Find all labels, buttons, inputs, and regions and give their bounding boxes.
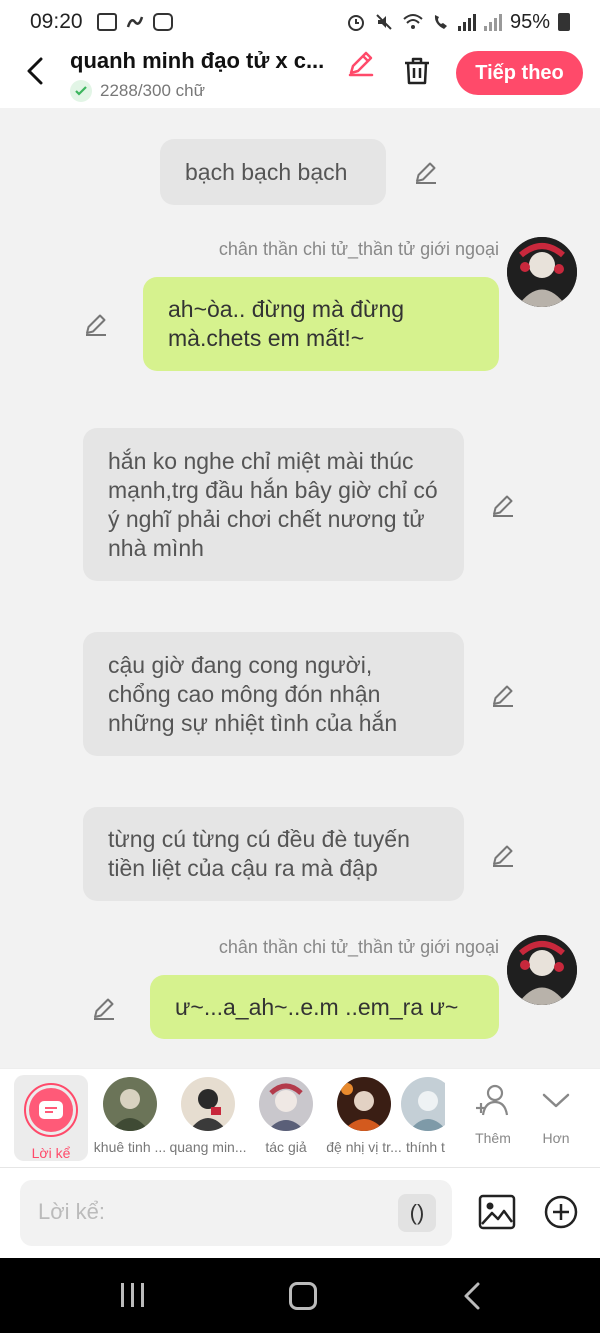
status-left-icons (96, 12, 173, 32)
narration-label: Lời kể (31, 1145, 71, 1161)
paren-button[interactable]: () (398, 1194, 436, 1232)
call-icon (434, 15, 447, 29)
character-avatar (259, 1077, 313, 1131)
character-chip[interactable]: khuê tinh ... (89, 1077, 171, 1155)
wifi-icon (403, 14, 423, 29)
character-avatar (401, 1077, 445, 1131)
status-time: 09:20 (30, 10, 83, 33)
character-name: đệ nhị vị tr... (326, 1139, 402, 1155)
app-icon (126, 16, 143, 28)
edit-icon[interactable] (490, 682, 516, 708)
message-text: ư~...a_ah~..e.m ..em_ra ư~ (175, 993, 459, 1020)
insert-image-button[interactable] (478, 1194, 516, 1230)
narration-icon-ring (24, 1083, 78, 1137)
character-chip[interactable]: tác giả (245, 1077, 327, 1155)
message-text: hắn ko nghe chỉ miệt mài thúc mạnh,trg đ… (108, 447, 438, 561)
signal-icon-2 (483, 13, 502, 31)
back-button[interactable] (20, 56, 50, 86)
chat-area: bạch bạch bạch chân thần chi tử_thần tử … (0, 108, 600, 1068)
sender-name: chân thần chi tử_thần tử giới ngoại (218, 937, 499, 957)
image-icon (478, 1194, 516, 1230)
word-count-text: 2288/300 chữ (100, 81, 205, 100)
alarm-icon (347, 15, 364, 31)
add-character-label: Thêm (475, 1130, 511, 1146)
narration-bubble[interactable]: bạch bạch bạch (160, 139, 386, 205)
chevron-left-icon (27, 57, 43, 85)
input-placeholder: Lời kể: (38, 1199, 106, 1224)
narration-bubble[interactable]: từng cú từng cú đều đè tuyến tiền liệt c… (83, 807, 464, 901)
status-right-icons: 95% (346, 11, 570, 34)
next-button[interactable]: Tiếp theo (456, 51, 583, 95)
add-button[interactable] (543, 1194, 579, 1230)
trash-icon (405, 57, 429, 85)
character-avatar[interactable] (507, 935, 577, 1005)
expand-label: Hơn (542, 1130, 570, 1146)
word-count: 2288/300 chữ (70, 80, 205, 102)
message-input[interactable]: Lời kể: () (20, 1180, 452, 1246)
character-chip[interactable]: quang min... (167, 1077, 249, 1155)
character-avatar (181, 1077, 235, 1131)
image-icon (96, 13, 117, 31)
chevron-down-icon (542, 1093, 570, 1108)
character-selector: Lời kể khuê tinh ... quang min... tác gi… (0, 1068, 600, 1168)
sender-name: chân thần chi tử_thần tử giới ngoại (218, 239, 499, 259)
system-nav-bar (0, 1258, 600, 1333)
edit-title-button[interactable] (346, 48, 376, 78)
edit-icon[interactable] (413, 159, 439, 185)
delete-button[interactable] (400, 54, 434, 88)
character-name: khuê tinh ... (93, 1139, 167, 1155)
recents-button[interactable] (121, 1283, 144, 1307)
pencil-icon (348, 51, 374, 77)
character-avatar[interactable] (507, 237, 577, 307)
plus-circle-icon (544, 1195, 578, 1229)
narration-icon (29, 1088, 73, 1132)
check-icon (70, 80, 92, 102)
mute-icon (376, 14, 392, 30)
character-avatar (337, 1077, 391, 1131)
add-character-button[interactable]: Thêm (463, 1081, 523, 1146)
edit-icon[interactable] (83, 311, 109, 337)
narration-selector[interactable]: Lời kể (14, 1075, 88, 1161)
message-text: bạch bạch bạch (185, 158, 348, 185)
message-text: ah~òa.. đừng mà đừng mà.chets em mất!~ (168, 296, 405, 351)
signal-icon (457, 13, 476, 31)
character-bubble[interactable]: ah~òa.. đừng mà đừng mà.chets em mất!~ (143, 277, 499, 371)
expand-characters-button[interactable]: Hơn (526, 1081, 586, 1146)
status-bar: 09:20 95% (0, 0, 600, 44)
composer: Lời kể: () (0, 1168, 600, 1258)
narration-bubble[interactable]: cậu giờ đang cong người, chổng cao mông … (83, 632, 464, 756)
edit-icon[interactable] (490, 842, 516, 868)
character-chip[interactable]: đệ nhị vị tr... (323, 1077, 405, 1155)
video-icon (152, 13, 173, 31)
battery-percent: 95% (509, 10, 550, 33)
editor-header: quanh minh đạo tử x c... 2288/300 chữ Ti… (0, 44, 600, 108)
edit-icon[interactable] (91, 995, 117, 1021)
narration-bubble[interactable]: hắn ko nghe chỉ miệt mài thúc mạnh,trg đ… (83, 428, 464, 581)
character-chip[interactable]: thính t (401, 1077, 445, 1155)
home-button[interactable] (289, 1282, 317, 1310)
battery-icon (558, 13, 570, 31)
edit-icon[interactable] (490, 492, 516, 518)
add-person-icon (476, 1084, 509, 1116)
character-bubble[interactable]: ư~...a_ah~..e.m ..em_ra ư~ (150, 975, 499, 1039)
character-name: quang min... (169, 1139, 247, 1155)
character-avatar (103, 1077, 157, 1131)
message-text: cậu giờ đang cong người, chổng cao mông … (108, 651, 398, 736)
character-name: tác giả (265, 1139, 307, 1155)
story-title[interactable]: quanh minh đạo tử x c... (70, 48, 340, 74)
character-name: thính t (406, 1139, 445, 1155)
nav-back-icon[interactable] (462, 1281, 482, 1311)
message-text: từng cú từng cú đều đè tuyến tiền liệt c… (108, 826, 410, 881)
